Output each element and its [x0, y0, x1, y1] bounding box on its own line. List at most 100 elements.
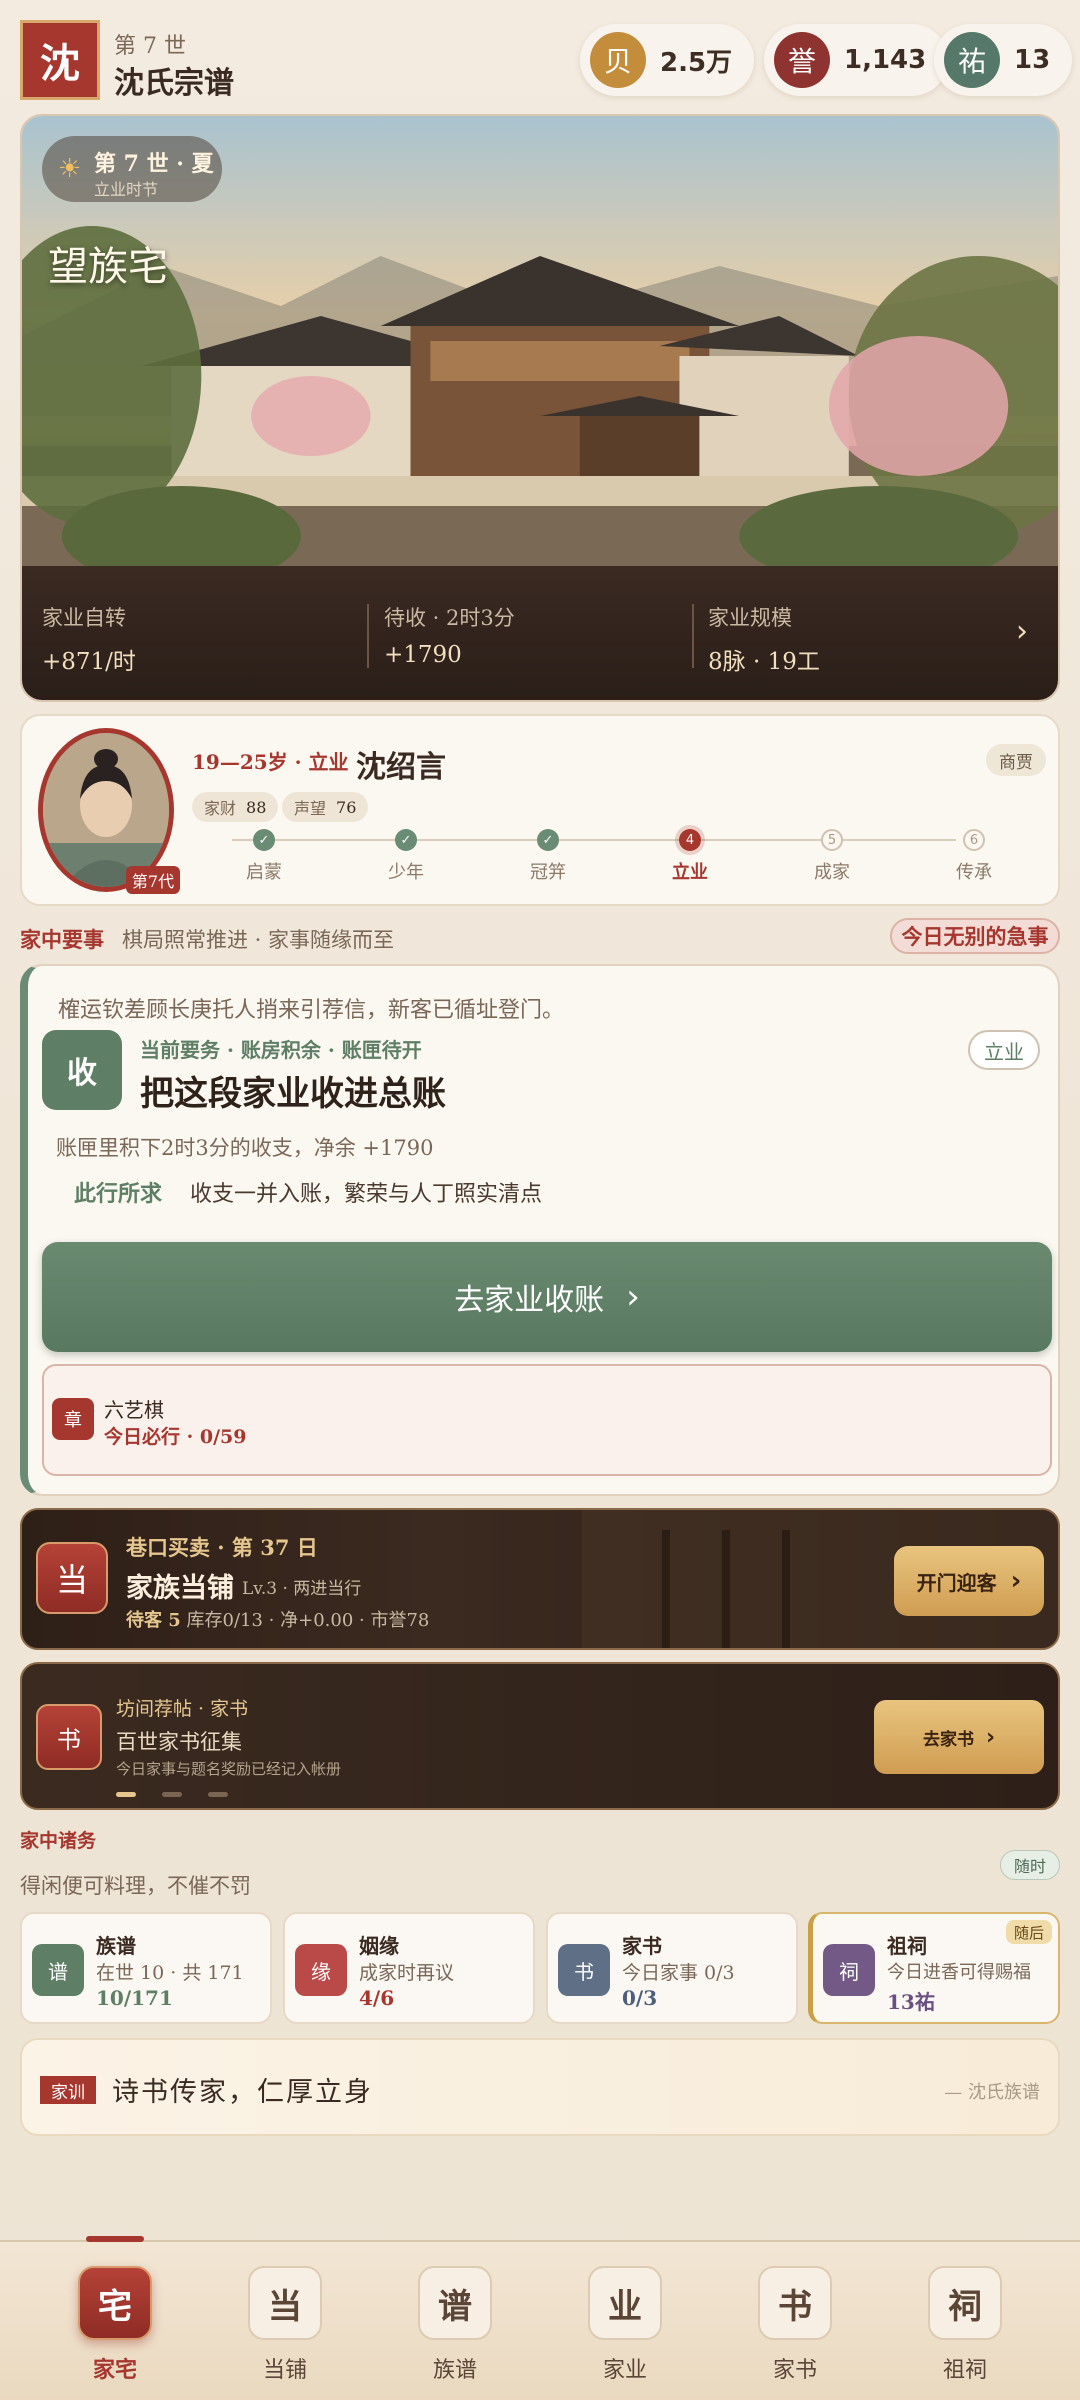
later-badge: 随后	[1006, 1920, 1052, 1944]
reputation-pill[interactable]: 誉 1,143	[764, 24, 949, 96]
chore-name: 姻缘	[359, 1934, 399, 1958]
chore-genealogy[interactable]: 谱 族谱 在世 10 · 共 171 10/171	[20, 1912, 272, 2024]
task-title: 把这段家业收进总账	[140, 1074, 446, 1114]
family-letters-banner[interactable]: 书 坊间荐帖 · 家书 百世家书征集 今日家事与题名奖励已经记入帐册 去家书 ›	[20, 1662, 1060, 1810]
active-tab-marker	[86, 2236, 144, 2242]
chevron-right-icon: ›	[1010, 1566, 1022, 1596]
nav-pawnshop[interactable]: 当 当铺	[228, 2266, 338, 2386]
clan-logo[interactable]: 沈	[20, 20, 100, 100]
shop-stats-rest: 库存0/13 · 净+0.00 · 市誉78	[186, 1610, 430, 1631]
chore-ancestral-hall[interactable]: 祠 祖祠 今日进香可得赐福 13祐 随后	[808, 1912, 1060, 2024]
anytime-tag: 随时	[1000, 1850, 1060, 1880]
life-timeline-line	[232, 839, 956, 841]
chore-desc: 今日进香可得赐福	[887, 1962, 1031, 1983]
family-motto: 家训 诗书传家，仁厚立身 — 沈氏族谱	[20, 2038, 1060, 2136]
chess-subtask[interactable]: 章 六艺棋 今日必行 · 0/59	[42, 1364, 1052, 1476]
seal-icon: 章	[52, 1398, 94, 1440]
shop-waiting: 待客 5	[126, 1610, 181, 1631]
genealogy-icon: 谱	[418, 2266, 492, 2340]
blessing-pill[interactable]: 祐 13	[934, 24, 1073, 96]
stat-scale: 家业规模 8脉 · 19工	[708, 602, 820, 676]
current-task-card: 榷运钦差顾长庚托人捎来引荐信，新客已循址登门。 收 当前要务 · 账房积余 · …	[20, 964, 1060, 1496]
task-tags: 当前要务 · 账房积余 · 账匣待开	[140, 1038, 422, 1062]
heir-name: 沈绍言	[356, 750, 446, 785]
bottom-nav: 宅 家宅 当 当铺 谱 族谱 业 家业 书 家书 祠 祖祠	[0, 2236, 1080, 2400]
divider	[692, 604, 694, 668]
estate-hero-card[interactable]: ☀ 第 7 世 · 夏 立业时节 望族宅 家业自转 +871/时 待收 · 2时…	[20, 114, 1060, 702]
estate-stats-bar[interactable]: 家业自转 +871/时 待收 · 2时3分 +1790 家业规模 8脉 · 19…	[22, 566, 1058, 700]
portrait-illustration	[43, 733, 169, 887]
timeline-node-4[interactable]: 4	[679, 829, 701, 851]
timeline-node-6[interactable]: 6	[963, 829, 985, 851]
nav-ancestral-hall[interactable]: 祠 祖祠	[908, 2266, 1018, 2386]
stat-auto-income: 家业自转 +871/时	[42, 602, 136, 676]
ancestral-hall-icon: 祠	[928, 2266, 1002, 2340]
collect-button-label: 去家业收账	[454, 1283, 605, 1318]
nav-letters[interactable]: 书 家书	[738, 2266, 848, 2386]
letter-icon: 书	[758, 2266, 832, 2340]
timeline-node-5[interactable]: 5	[821, 829, 843, 851]
nav-label: 家业	[602, 2358, 647, 2383]
occupation-tag: 商贾	[986, 744, 1046, 776]
currency-shells-pill[interactable]: 贝 2.5万	[580, 24, 755, 96]
chevron-right-icon[interactable]: ›	[1016, 614, 1028, 649]
stat-value: +1790	[384, 642, 462, 668]
chore-progress: 13祐	[887, 1990, 935, 2014]
chore-desc: 今日家事 0/3	[622, 1962, 735, 1984]
affairs-title: 家中要事	[20, 927, 104, 952]
nav-home[interactable]: 宅 家宅	[58, 2266, 168, 2386]
chevron-right-icon: ›	[626, 1277, 640, 1317]
motto-source: — 沈氏族谱	[944, 2082, 1040, 2103]
stat-label: 家业自转	[42, 606, 126, 630]
generation-badge: 第7代	[126, 866, 180, 894]
motto-text: 诗书传家，仁厚立身	[112, 2077, 373, 2108]
affairs-subtitle: 棋局照常推进 · 家事随缘而至	[122, 928, 395, 952]
attr-label: 声望	[294, 799, 327, 818]
timeline-node-3[interactable]: ✓	[537, 829, 559, 851]
season-sub: 立业时节	[94, 180, 159, 199]
stat-value: 8脉 · 19工	[708, 649, 820, 675]
attr-label: 家财	[204, 799, 237, 818]
season-pill: ☀ 第 7 世 · 夏 立业时节	[42, 136, 222, 202]
timeline-label: 成家	[814, 862, 850, 883]
pawnshop-banner[interactable]: 当 巷口买卖 · 第 37 日 家族当铺 Lv.3 · 两进当行 待客 5 库存…	[20, 1508, 1060, 1650]
shop-level: Lv.3 · 两进当行	[242, 1579, 362, 1599]
go-letters-label: 去家书	[922, 1729, 974, 1750]
urgent-status-pill[interactable]: 今日无别的急事	[890, 918, 1060, 954]
stat-pending: 待收 · 2时3分 +1790	[384, 602, 515, 668]
chore-name: 族谱	[96, 1934, 136, 1958]
stage-tag: 立业	[968, 1030, 1040, 1070]
letters-subtitle: 今日家事与题名奖励已经记入帐册	[116, 1760, 342, 1778]
pawnshop-icon: 当	[36, 1542, 108, 1614]
age-stage: 19—25岁 · 立业	[192, 750, 349, 774]
chores-title: 家中诸务	[20, 1830, 97, 1852]
stat-label: 待收 · 2时3分	[384, 606, 515, 630]
timeline-label-current: 立业	[672, 862, 708, 883]
open-shop-label: 开门迎客	[916, 1570, 997, 1595]
shop-stats: 待客 5 库存0/13 · 净+0.00 · 市誉78	[126, 1606, 429, 1632]
carousel-dot[interactable]	[162, 1792, 182, 1797]
letter-icon: 书	[36, 1704, 102, 1770]
timeline-node-2[interactable]: ✓	[395, 829, 417, 851]
nav-label: 祖祠	[942, 2358, 987, 2383]
go-letters-button[interactable]: 去家书 ›	[874, 1700, 1044, 1774]
attr-value: 76	[336, 797, 357, 817]
nav-label: 家书	[772, 2358, 817, 2383]
genealogy-icon: 谱	[32, 1944, 84, 1996]
carousel-dot[interactable]	[208, 1792, 228, 1797]
timeline-node-1[interactable]: ✓	[253, 829, 275, 851]
chore-letters[interactable]: 书 家书 今日家事 0/3 0/3	[546, 1912, 798, 2024]
stat-value: +871/时	[42, 649, 136, 675]
subtask-title: 六艺棋	[104, 1398, 164, 1422]
nav-genealogy[interactable]: 谱 族谱	[398, 2266, 508, 2386]
open-shop-button[interactable]: 开门迎客 ›	[894, 1546, 1044, 1616]
task-aim: 收支一并入账，繁荣与人丁照实清点	[190, 1182, 543, 1207]
letters-source: 坊间荐帖 · 家书	[116, 1698, 249, 1720]
collect-accounts-button[interactable]: 去家业收账 ›	[42, 1242, 1052, 1352]
chore-marriage[interactable]: 缘 姻缘 成家时再议 4/6	[283, 1912, 535, 2024]
chore-progress: 4/6	[359, 1986, 395, 2010]
heir-card[interactable]: 第7代 19—25岁 · 立业 沈绍言 商贾 家财 88 声望 76 ✓ ✓ ✓ 4…	[20, 714, 1060, 906]
carousel-dot-active[interactable]	[116, 1792, 136, 1797]
nav-estate[interactable]: 业 家业	[568, 2266, 678, 2386]
shell-icon: 贝	[590, 32, 646, 88]
